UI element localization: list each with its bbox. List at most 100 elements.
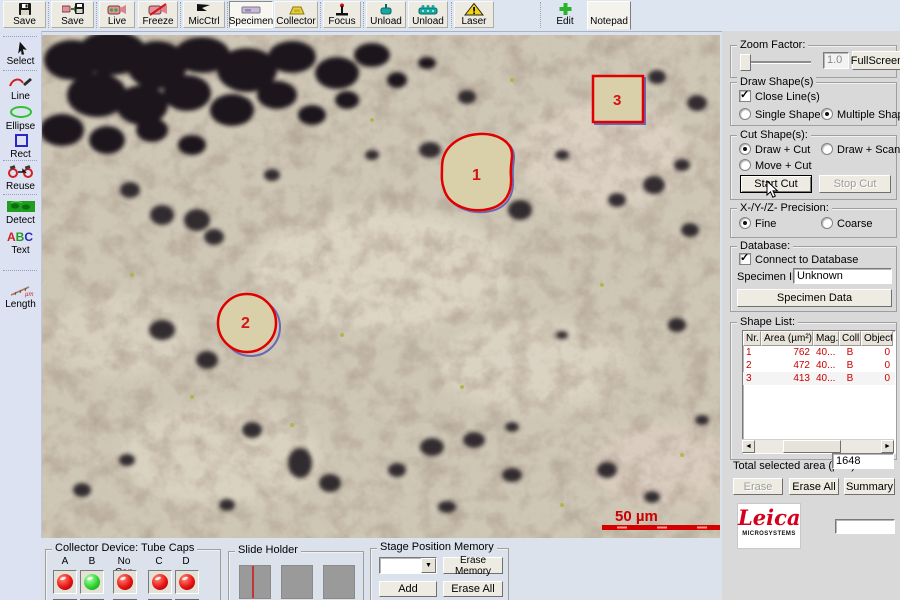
slide-3[interactable]: [323, 565, 355, 599]
unload-all-button[interactable]: Unload: [408, 1, 448, 28]
cap-button-nocap[interactable]: [113, 570, 137, 594]
add-button[interactable]: Add: [379, 581, 437, 597]
specimen-data-button[interactable]: Specimen Data: [737, 289, 892, 307]
tool-select[interactable]: Select: [1, 39, 40, 67]
column-header[interactable]: Objects: [861, 331, 893, 346]
summary-button[interactable]: Summary: [844, 478, 895, 495]
column-header[interactable]: Coll.: [839, 331, 861, 346]
fine-radio[interactable]: Fine: [739, 217, 776, 230]
scrollbar-thumb[interactable]: [783, 440, 841, 453]
checkbox-mark[interactable]: [739, 90, 751, 102]
cut-shape-3[interactable]: 3: [593, 76, 645, 124]
draw-cut-radio[interactable]: Draw + Cut: [739, 143, 810, 156]
tool-ellipse[interactable]: Ellipse: [1, 104, 40, 132]
connect-database-checkbox[interactable]: Connect to Database: [739, 253, 858, 266]
cut-shapes-group: Cut Shape(s): Draw + Cut Draw + Scan Mov…: [730, 135, 897, 200]
shape-number-label: 1: [472, 167, 481, 184]
collector-button[interactable]: Collector: [274, 1, 318, 28]
draw-scan-radio[interactable]: Draw + Scan: [821, 143, 900, 156]
freeze-button[interactable]: Freeze: [138, 1, 178, 28]
toolbar-separator: [320, 2, 321, 28]
chevron-down-icon[interactable]: ▼: [421, 558, 436, 573]
zoom-slider-track[interactable]: [743, 61, 811, 63]
table-row[interactable]: 3 413 40... B 0: [743, 372, 895, 385]
tool-line[interactable]: Line: [1, 74, 40, 102]
shape-list-group: Shape List: Nr. Area (µm²) Mag. Coll. Ob…: [730, 322, 897, 460]
column-header[interactable]: Mag.: [813, 331, 839, 346]
tool-length[interactable]: µm Length: [1, 282, 40, 310]
laser-button[interactable]: Laser: [454, 1, 494, 28]
focus-button[interactable]: Focus: [323, 1, 361, 28]
move-cut-radio[interactable]: Move + Cut: [739, 159, 812, 172]
cell-area: 413: [761, 372, 813, 385]
toolbar-button-label: Freeze: [142, 16, 173, 27]
radio-mark[interactable]: [821, 143, 833, 155]
column-header[interactable]: Nr.: [743, 331, 761, 346]
reuse-shapes-icon: [1, 164, 40, 181]
zoom-value-field[interactable]: 1.0: [823, 52, 849, 69]
notepad-tab[interactable]: Notepad: [587, 1, 631, 30]
radio-mark[interactable]: [739, 217, 751, 229]
scroll-right-arrow-icon[interactable]: ►: [881, 440, 894, 453]
slide-1[interactable]: [239, 565, 271, 599]
cap-button-d[interactable]: [175, 570, 199, 594]
cap-button-c[interactable]: [148, 570, 172, 594]
specimen-button[interactable]: Specimen: [229, 1, 273, 28]
coarse-radio[interactable]: Coarse: [821, 217, 872, 230]
checkbox-mark[interactable]: [739, 253, 751, 265]
erase-all-button[interactable]: Erase All: [789, 478, 839, 495]
radio-mark[interactable]: [821, 108, 833, 120]
tool-rect[interactable]: Rect: [1, 132, 40, 160]
cap-label-a: A: [50, 556, 80, 567]
cell-objects: 0: [861, 346, 893, 359]
tool-detect[interactable]: Detect: [1, 198, 40, 226]
tool-label: Length: [5, 299, 36, 310]
cut-shape-1[interactable]: 1: [442, 134, 514, 212]
cap-label-c: C: [144, 556, 174, 567]
add-plus-icon: [557, 3, 573, 16]
live-button[interactable]: Live: [99, 1, 135, 28]
zoom-slider-thumb[interactable]: [740, 54, 751, 71]
sidebar-separator: [3, 36, 37, 37]
radio-mark[interactable]: [739, 159, 751, 171]
tool-reuse[interactable]: Reuse: [1, 164, 40, 192]
toolbar-button-label: Focus: [328, 16, 355, 27]
multiple-shapes-radio[interactable]: Multiple Shapes: [821, 108, 900, 121]
erase-button[interactable]: Erase: [733, 478, 783, 495]
table-horizontal-scrollbar[interactable]: ◄ ►: [742, 439, 894, 453]
table-row[interactable]: 1 762 40... B 0: [743, 346, 895, 359]
table-row[interactable]: 2 472 40... B 0: [743, 359, 895, 372]
cell-nr: 2: [743, 359, 761, 372]
cell-objects: 0: [861, 359, 893, 372]
cap-button-b[interactable]: [80, 570, 104, 594]
fullscreen-button[interactable]: FullScreen: [852, 51, 900, 70]
radio-mark[interactable]: [739, 143, 751, 155]
cap-button-a[interactable]: [53, 570, 77, 594]
total-area-field[interactable]: 1648: [832, 453, 894, 469]
slide-2[interactable]: [281, 565, 313, 599]
toolbar-button-label: Specimen: [229, 16, 273, 27]
stop-cut-button[interactable]: Stop Cut: [819, 175, 891, 193]
radio-mark[interactable]: [821, 217, 833, 229]
specimen-id-field[interactable]: Unknown: [793, 268, 892, 284]
shape-number-label: 2: [241, 315, 250, 332]
toolbar-button-label: Laser: [461, 16, 486, 27]
column-header[interactable]: Area (µm²): [761, 331, 813, 346]
stage-erase-all-button[interactable]: Erase All: [443, 581, 503, 597]
save-button[interactable]: Save: [3, 1, 46, 28]
single-shape-radio[interactable]: Single Shape: [739, 108, 820, 121]
save-image-button[interactable]: Save: [51, 1, 94, 28]
scroll-left-arrow-icon[interactable]: ◄: [742, 440, 755, 453]
close-lines-checkbox[interactable]: Close Line(s): [739, 90, 820, 103]
shape-list-table[interactable]: Nr. Area (µm²) Mag. Coll. Objects 1 762 …: [742, 330, 896, 454]
edit-button[interactable]: Edit: [545, 1, 585, 28]
erase-memory-button[interactable]: Erase Memory: [443, 557, 503, 574]
cell-coll: B: [839, 359, 861, 372]
toolbar-separator: [180, 2, 181, 28]
tool-text[interactable]: ABC Text: [1, 228, 40, 256]
microscope-viewport[interactable]: 1 2 3 50 µm: [42, 35, 720, 538]
micctrl-button[interactable]: MicCtrl: [183, 1, 225, 28]
radio-mark[interactable]: [739, 108, 751, 120]
unload-multi-icon: [417, 3, 439, 16]
unload-button[interactable]: Unload: [366, 1, 406, 28]
